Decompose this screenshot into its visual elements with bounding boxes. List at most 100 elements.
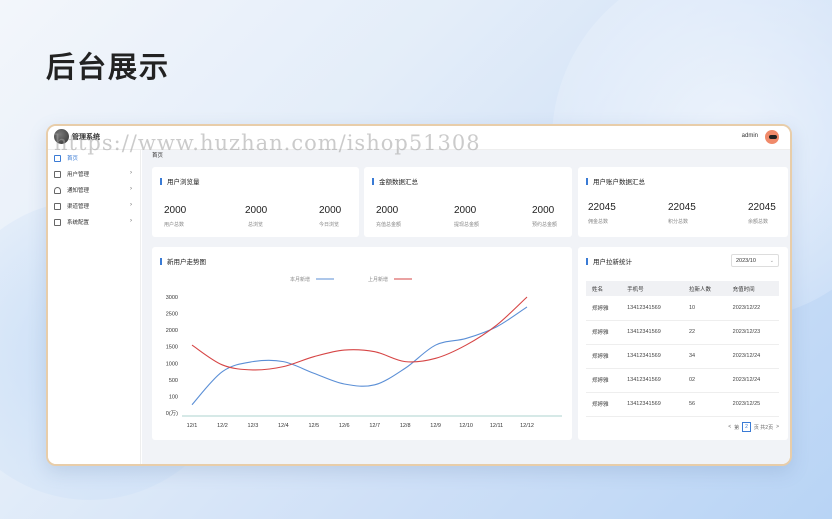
account-card-title: 用户账户数据汇总 xyxy=(593,179,645,186)
stat: 2000 充值总金额 xyxy=(376,205,401,228)
y-tick-label: 3000 xyxy=(166,295,178,301)
stat-value: 22045 xyxy=(748,202,776,213)
month-select-value: 2023/10 xyxy=(736,258,756,264)
table-cell: 郑婷雅 xyxy=(586,368,622,393)
column-header: 姓名 xyxy=(586,281,622,296)
browse-card: 用户浏览量 2000 用户总数 2000 总浏览 2000 今日浏览 xyxy=(152,167,359,237)
x-tick-label: 12/1 xyxy=(187,423,198,429)
table-cell: 郑婷雅 xyxy=(586,344,622,369)
card-title: 用户账户数据汇总 xyxy=(586,176,645,186)
y-tick-label: 0(万) xyxy=(166,410,178,417)
series-line-1 xyxy=(191,306,528,406)
sidebar-item-label: 用户管理 xyxy=(67,172,90,178)
stat-value: 2000 xyxy=(319,205,342,216)
channel-icon xyxy=(54,202,61,210)
stat-value: 2000 xyxy=(245,205,268,216)
stat-label: 佣金总数 xyxy=(588,219,609,225)
table-cell: 郑婷雅 xyxy=(586,392,622,417)
user-name[interactable]: admin xyxy=(742,133,758,139)
top-bar: 管理系统 admin xyxy=(48,126,790,150)
sidebar-item-channel-management[interactable]: 渠道管理 › xyxy=(48,198,140,214)
x-tick-label: 12/10 xyxy=(459,423,473,429)
stat-label: 用户总数 xyxy=(164,222,185,228)
table-row: 郑婷雅 13412341569 34 2023/12/24 xyxy=(586,344,779,369)
x-tick-label: 12/6 xyxy=(339,423,350,429)
bell-icon xyxy=(54,186,61,194)
amount-card-title: 金额数据汇总 xyxy=(379,179,418,186)
stat: 22045 佣金总数 xyxy=(588,202,616,225)
x-tick-label: 12/4 xyxy=(278,423,289,429)
table-cell: 13412341569 xyxy=(621,368,683,393)
table-cell: 34 xyxy=(682,344,727,369)
stat-label: 充值总金额 xyxy=(376,222,402,228)
y-tick-label: 2500 xyxy=(166,312,178,318)
sidebar-item-label: 渠道管理 xyxy=(67,204,90,210)
card-title: 金额数据汇总 xyxy=(372,176,418,186)
main-content: 首页 用户浏览量 2000 用户总数 2000 总浏览 2000 今日浏览 金额… xyxy=(142,150,790,464)
stat-label: 预约总金额 xyxy=(532,222,558,228)
month-select[interactable]: 2023/10 ⌄ xyxy=(731,254,779,267)
table-cell: 郑婷雅 xyxy=(586,296,622,321)
invite-card: 用户拉新统计 2023/10 ⌄ 姓名 手机号 拉新人数 充值时间 郑婷雅 13… xyxy=(578,247,788,440)
prev-page-button[interactable]: < xyxy=(728,424,731,430)
stat: 2000 用户总数 xyxy=(164,205,186,228)
stat: 2000 提现总金额 xyxy=(454,205,479,228)
app-title: 管理系统 xyxy=(72,134,100,141)
sidebar-item-label: 首页 xyxy=(67,156,79,162)
table-header-row: 姓名 手机号 拉新人数 充值时间 xyxy=(586,281,779,296)
page-number-input[interactable]: 2 xyxy=(742,422,751,432)
table-cell: 10 xyxy=(682,296,727,321)
stat-label: 积分总数 xyxy=(668,219,689,225)
sidebar-item-system-config[interactable]: 系统配置 › xyxy=(48,214,140,230)
table-cell: 2023/12/25 xyxy=(726,392,779,417)
pager-label: 第 xyxy=(734,424,740,431)
table-row: 郑婷雅 13412341569 22 2023/12/23 xyxy=(586,320,779,345)
title-accent xyxy=(586,177,588,185)
sidebar-item-label: 系统配置 xyxy=(67,220,90,226)
next-page-button[interactable]: > xyxy=(776,424,779,430)
sidebar-item-notice-management[interactable]: 通知管理 › xyxy=(48,182,140,198)
column-header: 充值时间 xyxy=(726,281,779,296)
settings-icon xyxy=(54,218,61,226)
stat: 22045 余额总数 xyxy=(748,202,776,225)
x-tick-label: 12/7 xyxy=(369,423,380,429)
y-tick-label: 500 xyxy=(169,378,178,384)
table-row: 郑婷雅 13412341569 10 2023/12/22 xyxy=(586,296,779,321)
table-cell: 13412341569 xyxy=(621,320,683,345)
invite-table: 姓名 手机号 拉新人数 充值时间 郑婷雅 13412341569 10 2023… xyxy=(586,281,779,417)
y-tick-label: 100 xyxy=(169,394,178,400)
x-tick-label: 12/2 xyxy=(217,423,228,429)
breadcrumb[interactable]: 首页 xyxy=(152,151,163,159)
card-title: 用户浏览量 xyxy=(160,176,200,186)
x-tick-label: 12/11 xyxy=(490,423,503,429)
stat: 2000 总浏览 xyxy=(245,205,267,228)
table-cell: 2023/12/24 xyxy=(726,344,779,369)
sidebar: 首页 用户管理 › 通知管理 › 渠道管理 › 系统配置 › xyxy=(48,150,141,464)
page-heading: 后台展示 xyxy=(46,52,171,84)
legend-label: 本月新增 xyxy=(290,276,310,283)
stat-value: 2000 xyxy=(454,205,477,216)
table-cell: 2023/12/22 xyxy=(726,296,779,321)
trend-card: 新用户走势图 3000 2500 2000 1500 1000 500 100 0(万) 12/… xyxy=(152,247,572,440)
title-accent xyxy=(160,177,162,185)
chevron-right-icon: › xyxy=(130,218,132,224)
table-cell: 13412341569 xyxy=(621,344,683,369)
sidebar-item-user-management[interactable]: 用户管理 › xyxy=(48,166,140,182)
x-tick-label: 12/5 xyxy=(308,423,319,429)
table-row: 郑婷雅 13412341569 56 2023/12/25 xyxy=(586,392,779,417)
sidebar-item-home[interactable]: 首页 xyxy=(48,150,140,166)
table-cell: 13412341569 xyxy=(621,296,683,321)
avatar[interactable] xyxy=(764,129,780,145)
column-header: 手机号 xyxy=(621,281,683,296)
trend-chart: 3000 2500 2000 1500 1000 500 100 0(万) 12/1 12/2 12… xyxy=(166,276,562,429)
chevron-right-icon: › xyxy=(130,186,132,192)
table-cell: 2023/12/23 xyxy=(726,320,779,345)
admin-window: 管理系统 admin 首页 用户管理 › 通知管理 › 渠道管理 › 系统配置 … xyxy=(46,124,792,466)
table-cell: 22 xyxy=(682,320,727,345)
stat: 2000 今日浏览 xyxy=(319,205,341,228)
stat: 2000 预约总金额 xyxy=(532,205,557,228)
y-tick-label: 1000 xyxy=(166,361,178,367)
y-tick-label: 2000 xyxy=(166,328,178,334)
x-tick-label: 12/12 xyxy=(520,423,534,429)
pager-total: 页 共2页 xyxy=(753,424,774,431)
